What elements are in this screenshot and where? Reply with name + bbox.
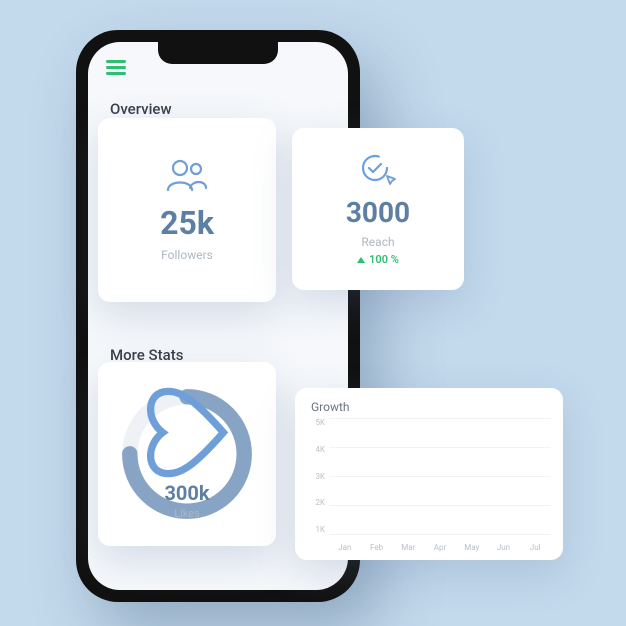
overview-heading: Overview xyxy=(110,100,172,118)
growth-chart xyxy=(329,418,551,534)
reach-icon xyxy=(359,152,397,188)
x-tick: Mar xyxy=(392,543,424,552)
reach-card[interactable]: 3000 Reach 100 % xyxy=(292,128,464,290)
y-tick: 1K xyxy=(305,525,325,534)
chart-x-axis: JanFebMarAprMayJunJul xyxy=(329,543,551,552)
x-tick: May xyxy=(456,543,488,552)
reach-value: 3000 xyxy=(346,196,410,229)
followers-icon xyxy=(166,158,208,192)
reach-label: Reach xyxy=(361,235,394,249)
likes-ring: 300k Likes xyxy=(121,388,253,520)
x-tick: Feb xyxy=(361,543,393,552)
followers-value: 25k xyxy=(160,204,214,242)
y-tick: 3K xyxy=(305,472,325,481)
phone-notch xyxy=(158,42,278,64)
followers-label: Followers xyxy=(161,248,213,262)
chart-y-axis: 5K 4K 3K 2K 1K xyxy=(305,418,325,534)
likes-card[interactable]: 300k Likes xyxy=(98,362,276,546)
reach-delta-value: 100 % xyxy=(369,253,399,266)
heart-icon xyxy=(143,367,232,499)
growth-card[interactable]: Growth 5K 4K 3K 2K 1K JanFebMarAprMayJunJul xyxy=(295,388,563,560)
y-tick: 5K xyxy=(305,418,325,427)
x-tick: Apr xyxy=(424,543,456,552)
growth-title: Growth xyxy=(311,400,350,414)
reach-delta: 100 % xyxy=(357,253,399,266)
likes-label: Likes xyxy=(174,507,200,520)
menu-button[interactable] xyxy=(106,60,126,74)
y-tick: 2K xyxy=(305,498,325,507)
x-tick: Jun xyxy=(488,543,520,552)
y-tick: 4K xyxy=(305,445,325,454)
x-tick: Jul xyxy=(519,543,551,552)
followers-card[interactable]: 25k Followers xyxy=(98,118,276,302)
up-arrow-icon xyxy=(357,257,365,263)
x-tick: Jan xyxy=(329,543,361,552)
